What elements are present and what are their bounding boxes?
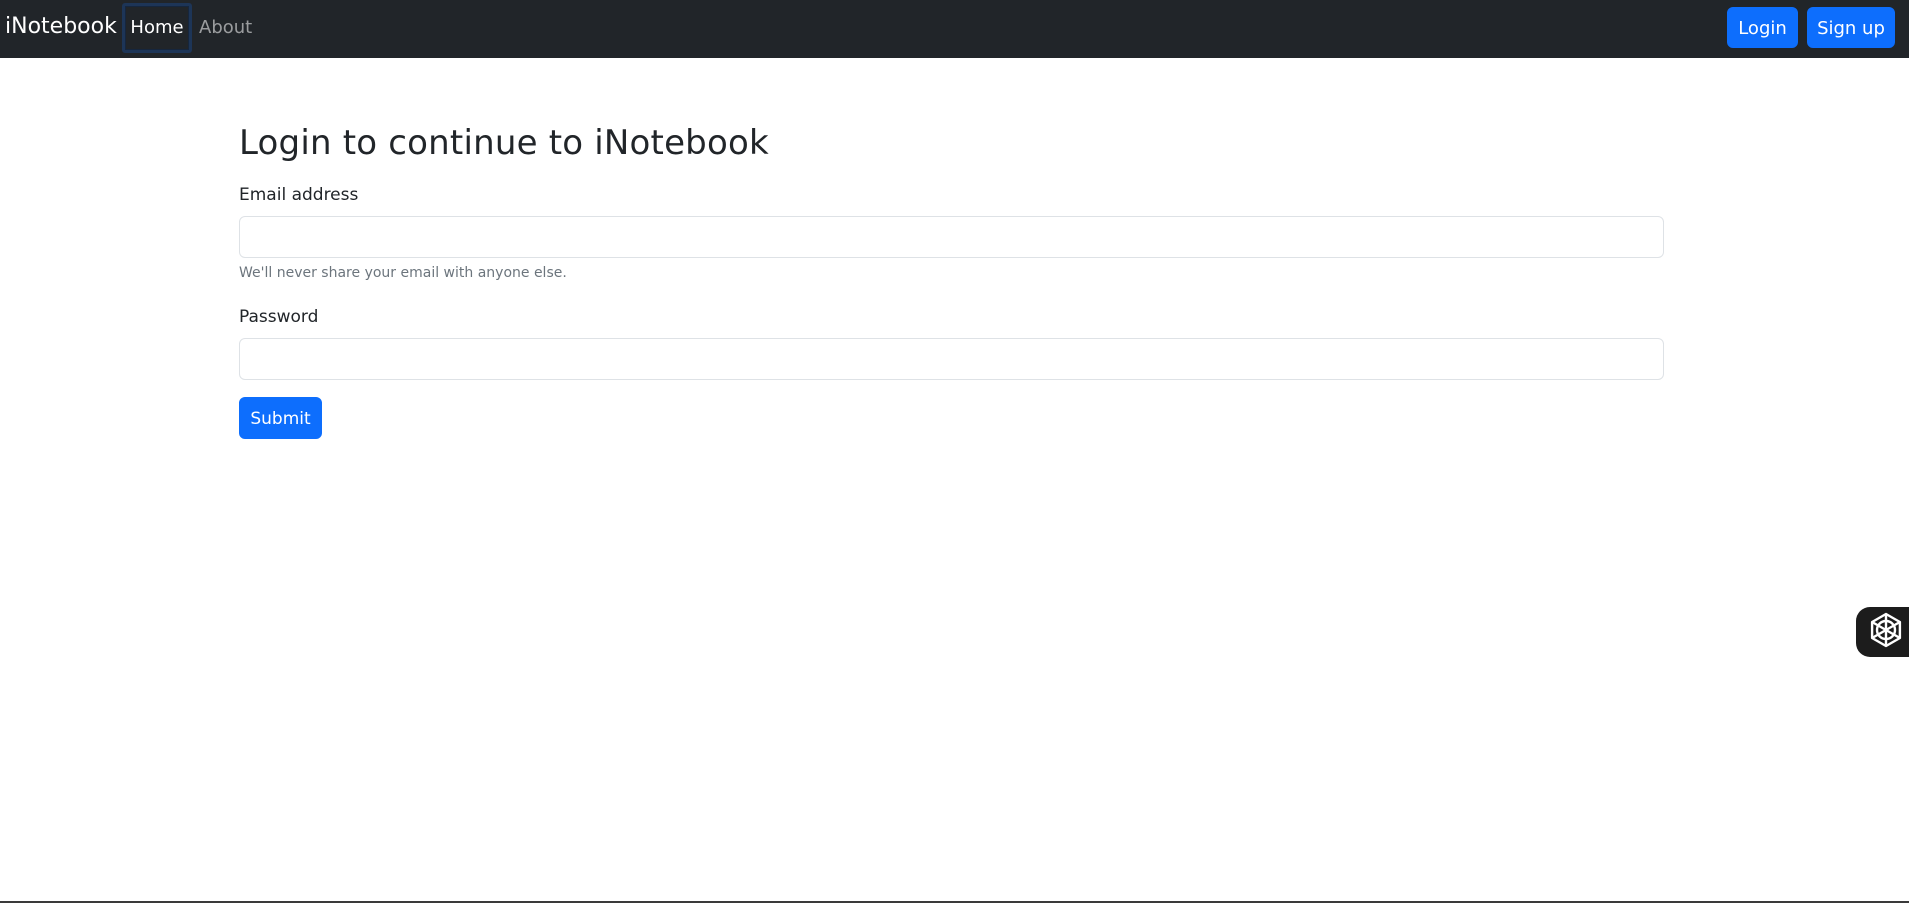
assistant-widget-button[interactable] (1856, 607, 1909, 657)
nav-link-home[interactable]: Home (122, 3, 192, 53)
login-button[interactable]: Login (1727, 7, 1798, 48)
password-field[interactable] (239, 338, 1664, 380)
password-label: Password (239, 307, 319, 327)
nav-link-about[interactable]: About (199, 3, 252, 53)
page-title: Login to continue to iNotebook (239, 123, 769, 163)
email-help-text: We'll never share your email with anyone… (239, 265, 567, 281)
brand-link[interactable]: iNotebook (5, 12, 117, 42)
signup-button[interactable]: Sign up (1807, 7, 1895, 48)
login-form-container: Login to continue to iNotebook Email add… (239, 110, 1664, 439)
submit-button[interactable]: Submit (239, 397, 322, 439)
openai-knot-icon (1866, 610, 1906, 654)
email-field[interactable] (239, 216, 1664, 258)
email-label: Email address (239, 185, 359, 205)
top-navbar: iNotebook Home About Login Sign up (0, 0, 1909, 58)
